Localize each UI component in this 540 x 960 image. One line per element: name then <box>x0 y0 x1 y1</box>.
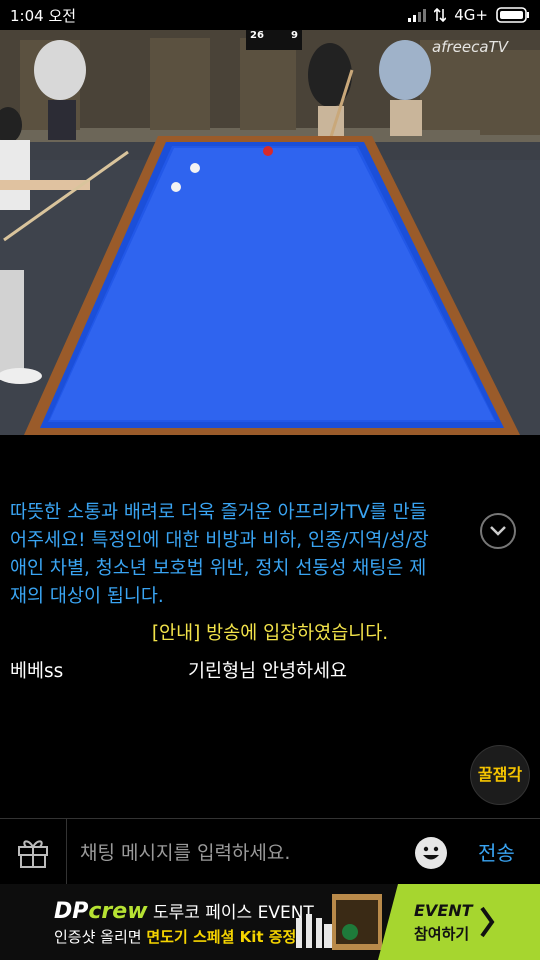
score-right: 9 <box>291 30 298 41</box>
emoji-icon[interactable] <box>414 836 448 870</box>
send-button[interactable]: 전송 <box>478 837 515 866</box>
signal-icon <box>408 9 427 22</box>
status-time: 1:04 오전 <box>10 6 77 25</box>
status-bar: 1:04 오전 4G+ <box>0 0 540 30</box>
scroll-down-button[interactable] <box>480 513 516 549</box>
chat-message-input[interactable] <box>78 837 402 869</box>
battery-icon <box>496 7 529 23</box>
score-left: 26 <box>250 30 264 41</box>
system-message: [안내] 방송에 입장하였습니다. <box>151 623 389 644</box>
ad-title-line: DPcrew 도루코 페이스 EVENT <box>54 898 314 924</box>
honey-badge-button[interactable]: 꿀잼각 <box>470 745 530 805</box>
chevron-down-icon <box>490 526 506 536</box>
ad-product-image <box>296 894 382 950</box>
gift-icon <box>18 839 48 868</box>
ad-cta-line1: EVENT <box>414 901 473 920</box>
chat-panel[interactable]: 따뜻한 소통과 배려로 더욱 즐거운 아프리카TV를 만들어주세요! 특정인에 … <box>0 435 540 818</box>
gift-button[interactable] <box>0 819 67 884</box>
ad-cta-line2: 참여하기 <box>414 925 470 943</box>
afreecatv-watermark: afreecaTV <box>432 38 508 56</box>
ad-title: 도루코 페이스 EVENT <box>152 903 314 923</box>
video-player[interactable]: 26 9 afreecaTV <box>0 30 540 435</box>
ad-brand-logo: DPcrew <box>54 899 148 924</box>
billiards-stream-frame <box>0 30 540 435</box>
ad-cta-button[interactable]: EVENT 참여하기 <box>378 884 540 960</box>
chat-notice: 따뜻한 소통과 배려로 더욱 즐거운 아프리카TV를 만들어주세요! 특정인에 … <box>10 502 429 607</box>
ad-subtitle: 인증샷 올리면 면도기 스페셜 Kit 증정! <box>54 928 304 946</box>
network-type: 4G+ <box>454 6 488 24</box>
ad-cta-shape <box>378 884 540 960</box>
chat-input-bar: 전송 <box>0 818 540 884</box>
network-arrows-icon <box>434 8 447 22</box>
chat-message-text: 기린형님 안녕하세요 <box>188 661 348 682</box>
ad-banner[interactable]: DPcrew 도루코 페이스 EVENT 인증샷 올리면 면도기 스페셜 Kit… <box>0 884 540 960</box>
status-icons: 4G+ <box>408 6 530 24</box>
chat-username[interactable]: 베베ss <box>10 657 63 683</box>
scoreboard: 26 9 <box>250 30 298 50</box>
